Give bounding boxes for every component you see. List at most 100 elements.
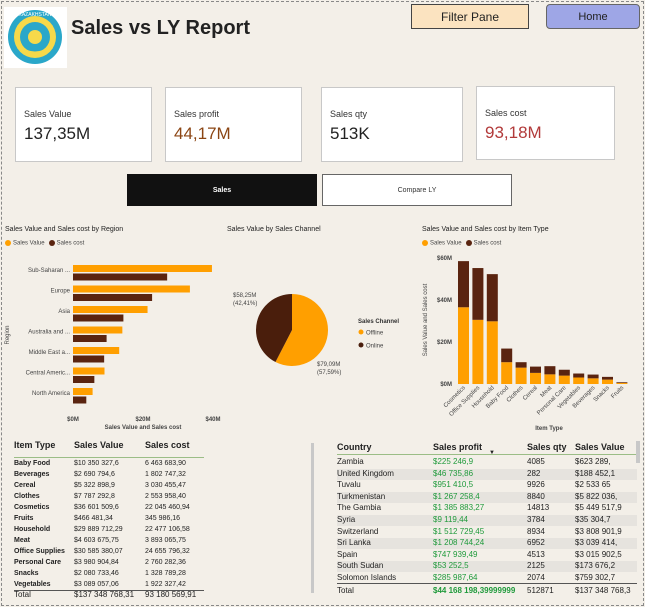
region-bar-sales-cost[interactable]	[73, 314, 124, 322]
column-header[interactable]: Sales Value	[575, 442, 625, 452]
item-bar-sales-cost[interactable]	[486, 274, 498, 322]
kpi-label: Sales Value	[24, 109, 72, 119]
region-bar-sales-value[interactable]	[73, 347, 120, 354]
sales-cost-cell: 22 045 460,94	[145, 504, 190, 511]
item-bar-sales-value[interactable]	[515, 367, 527, 384]
region-bar-sales-value[interactable]	[73, 388, 93, 395]
column-header[interactable]: Sales profit	[433, 442, 482, 452]
region-tick-label: Central Americ...	[26, 371, 71, 377]
column-header[interactable]: Sales Value	[74, 440, 124, 450]
table-row[interactable]: Sri Lanka $1 208 744,24 6952 $3 039 414,	[337, 538, 637, 550]
region-bar-sales-value[interactable]	[73, 265, 212, 272]
table-row[interactable]: Cereal $5 322 898,9 3 030 455,47	[14, 482, 214, 493]
table-row[interactable]: Office Supplies $30 585 380,07 24 655 796,…	[14, 548, 214, 559]
region-bar-sales-cost[interactable]	[73, 335, 107, 342]
item-bar-sales-cost[interactable]	[573, 373, 585, 378]
item-bar-sales-value[interactable]	[472, 319, 484, 384]
sort-icon[interactable]: ▼	[489, 450, 495, 456]
table-row[interactable]: Personal Care $3 980 904,84 2 760 282,36	[14, 559, 214, 570]
item-bar-sales-cost[interactable]	[558, 369, 570, 376]
column-header[interactable]: Sales qty	[527, 442, 567, 452]
item-type-cell: Meat	[14, 537, 30, 544]
item-bar-sales-cost[interactable]	[616, 382, 628, 384]
sales-qty-cell: 3784	[527, 515, 545, 524]
item-bar-sales-value[interactable]	[458, 307, 469, 384]
sales-cost-legend-icon	[465, 240, 472, 246]
item-bar-sales-cost[interactable]	[530, 366, 541, 373]
item-bar-sales-cost[interactable]	[458, 261, 469, 308]
kpi-value: 93,18M	[485, 123, 542, 142]
table-row[interactable]: Household $29 889 712,29 22 477 106,58	[14, 526, 214, 537]
kpi-value: 44,17M	[174, 124, 231, 143]
region-bar-sales-cost[interactable]	[73, 273, 168, 281]
filter-pane-button[interactable]: Filter Pane	[411, 4, 529, 29]
table-row[interactable]: Tuvalu $951 410,5 9926 $2 533 65	[337, 480, 637, 491]
region-bar-sales-cost[interactable]	[73, 376, 95, 383]
region-bar-sales-cost[interactable]	[73, 396, 87, 404]
sales-value-cell: $7 787 292,8	[74, 493, 115, 500]
region-tick-label: Australia and ...	[28, 330, 70, 336]
item-bar-sales-value[interactable]	[544, 374, 556, 384]
item-bar-sales-value[interactable]	[573, 377, 585, 385]
table-row[interactable]: South Sudan $53 252,5 2125 $173 676,2	[337, 561, 637, 573]
kpi-card-sales-profit: Sales profit 44,17M	[165, 87, 302, 162]
country-table-scrollbar[interactable]	[636, 441, 640, 463]
table-row[interactable]: Zambia $225 246,9 4085 $623 289,	[337, 457, 637, 468]
total-label: Total	[14, 590, 31, 599]
region-x-axis-label: Sales Value and Sales cost	[105, 425, 182, 431]
region-bar-sales-value[interactable]	[73, 285, 190, 293]
item-bar-sales-value[interactable]	[602, 379, 613, 384]
item-bar-sales-value[interactable]	[501, 362, 513, 384]
sales-value-cell: $2 080 733,46	[74, 570, 119, 577]
table-row[interactable]: Spain $747 939,49 4513 $3 015 902,5	[337, 550, 637, 561]
pie-data-label: (42,41%)	[233, 301, 257, 307]
region-bar-sales-value[interactable]	[73, 306, 148, 313]
region-chart-legend: Sales Value Sales cost	[5, 240, 84, 247]
item-bar-sales-value[interactable]	[587, 378, 599, 384]
item-bar-sales-value[interactable]	[558, 375, 570, 384]
home-button[interactable]: Home	[546, 4, 640, 29]
total-sales-value: $137 348 768,31	[74, 590, 135, 599]
table-row[interactable]: The Gambia $1 385 883,27 14813 $5 449 517,9	[337, 503, 637, 514]
item-bar-sales-value[interactable]	[486, 321, 498, 384]
tab-compare-ly[interactable]: Compare LY	[322, 174, 512, 206]
item-bar-sales-value[interactable]	[530, 372, 541, 384]
table-row[interactable]: Clothes $7 787 292,8 2 553 958,40	[14, 493, 214, 504]
country-cell: Turkmenistan	[337, 491, 386, 501]
item-bar-sales-cost[interactable]	[602, 376, 613, 380]
total-label: Total	[337, 586, 354, 595]
table-row[interactable]: Fruits $466 481,34 345 986,16	[14, 515, 214, 526]
region-bar-sales-cost[interactable]	[73, 355, 105, 363]
sales-profit-cell: $53 252,5	[433, 561, 469, 571]
sales-profit-cell: $46 735,86	[433, 468, 474, 478]
column-header[interactable]: Sales cost	[145, 440, 190, 450]
sales-profit-cell: $1 208 744,24	[433, 538, 485, 548]
table-row[interactable]: Beverages $2 690 794,6 1 802 747,32	[14, 471, 214, 482]
item-bar-sales-cost[interactable]	[501, 348, 513, 363]
region-bar-chart: Sub-Saharan ... Europe Asia Australia and .…	[5, 265, 221, 431]
item-y-tick: $0M	[440, 382, 452, 388]
table-row[interactable]: United Kingdom $46 735,86 282 $188 452,1	[337, 468, 637, 480]
column-header[interactable]: Item Type	[14, 440, 55, 450]
item-chart-title: Sales Value and Sales cost by Item Type	[422, 226, 549, 233]
table-row[interactable]: Meat $4 603 675,75 3 893 065,75	[14, 537, 214, 548]
table-row[interactable]: Syria $9 119,44 3784 $35 304,7	[337, 515, 637, 526]
table-scrollbar[interactable]	[311, 443, 314, 593]
item-bar-sales-cost[interactable]	[472, 268, 484, 320]
item-bar-sales-value[interactable]	[616, 383, 628, 384]
item-bar-sales-cost[interactable]	[544, 366, 556, 375]
table-row[interactable]: Cosmetics $36 601 509,6 22 045 460,94	[14, 504, 214, 515]
column-header[interactable]: Country	[337, 442, 372, 452]
region-y-axis-label: Region	[5, 325, 11, 344]
region-bar-sales-cost[interactable]	[73, 294, 153, 301]
region-bar-sales-value[interactable]	[73, 367, 105, 375]
table-row[interactable]: Baby Food $10 350 327,6 6 463 683,90	[14, 460, 214, 471]
table-row[interactable]: Switzerland $1 512 729,45 8934 $3 808 901,9	[337, 527, 637, 538]
table-row[interactable]: Turkmenistan $1 267 258,4 8840 $5 822 036,	[337, 491, 637, 503]
table-row[interactable]: Snacks $2 080 733,46 1 328 789,28	[14, 570, 214, 581]
tab-sales[interactable]: Sales	[127, 174, 317, 206]
country-cell: Syria	[337, 515, 356, 524]
item-bar-sales-cost[interactable]	[515, 362, 527, 368]
region-bar-sales-value[interactable]	[73, 326, 123, 334]
item-bar-sales-cost[interactable]	[587, 374, 599, 379]
